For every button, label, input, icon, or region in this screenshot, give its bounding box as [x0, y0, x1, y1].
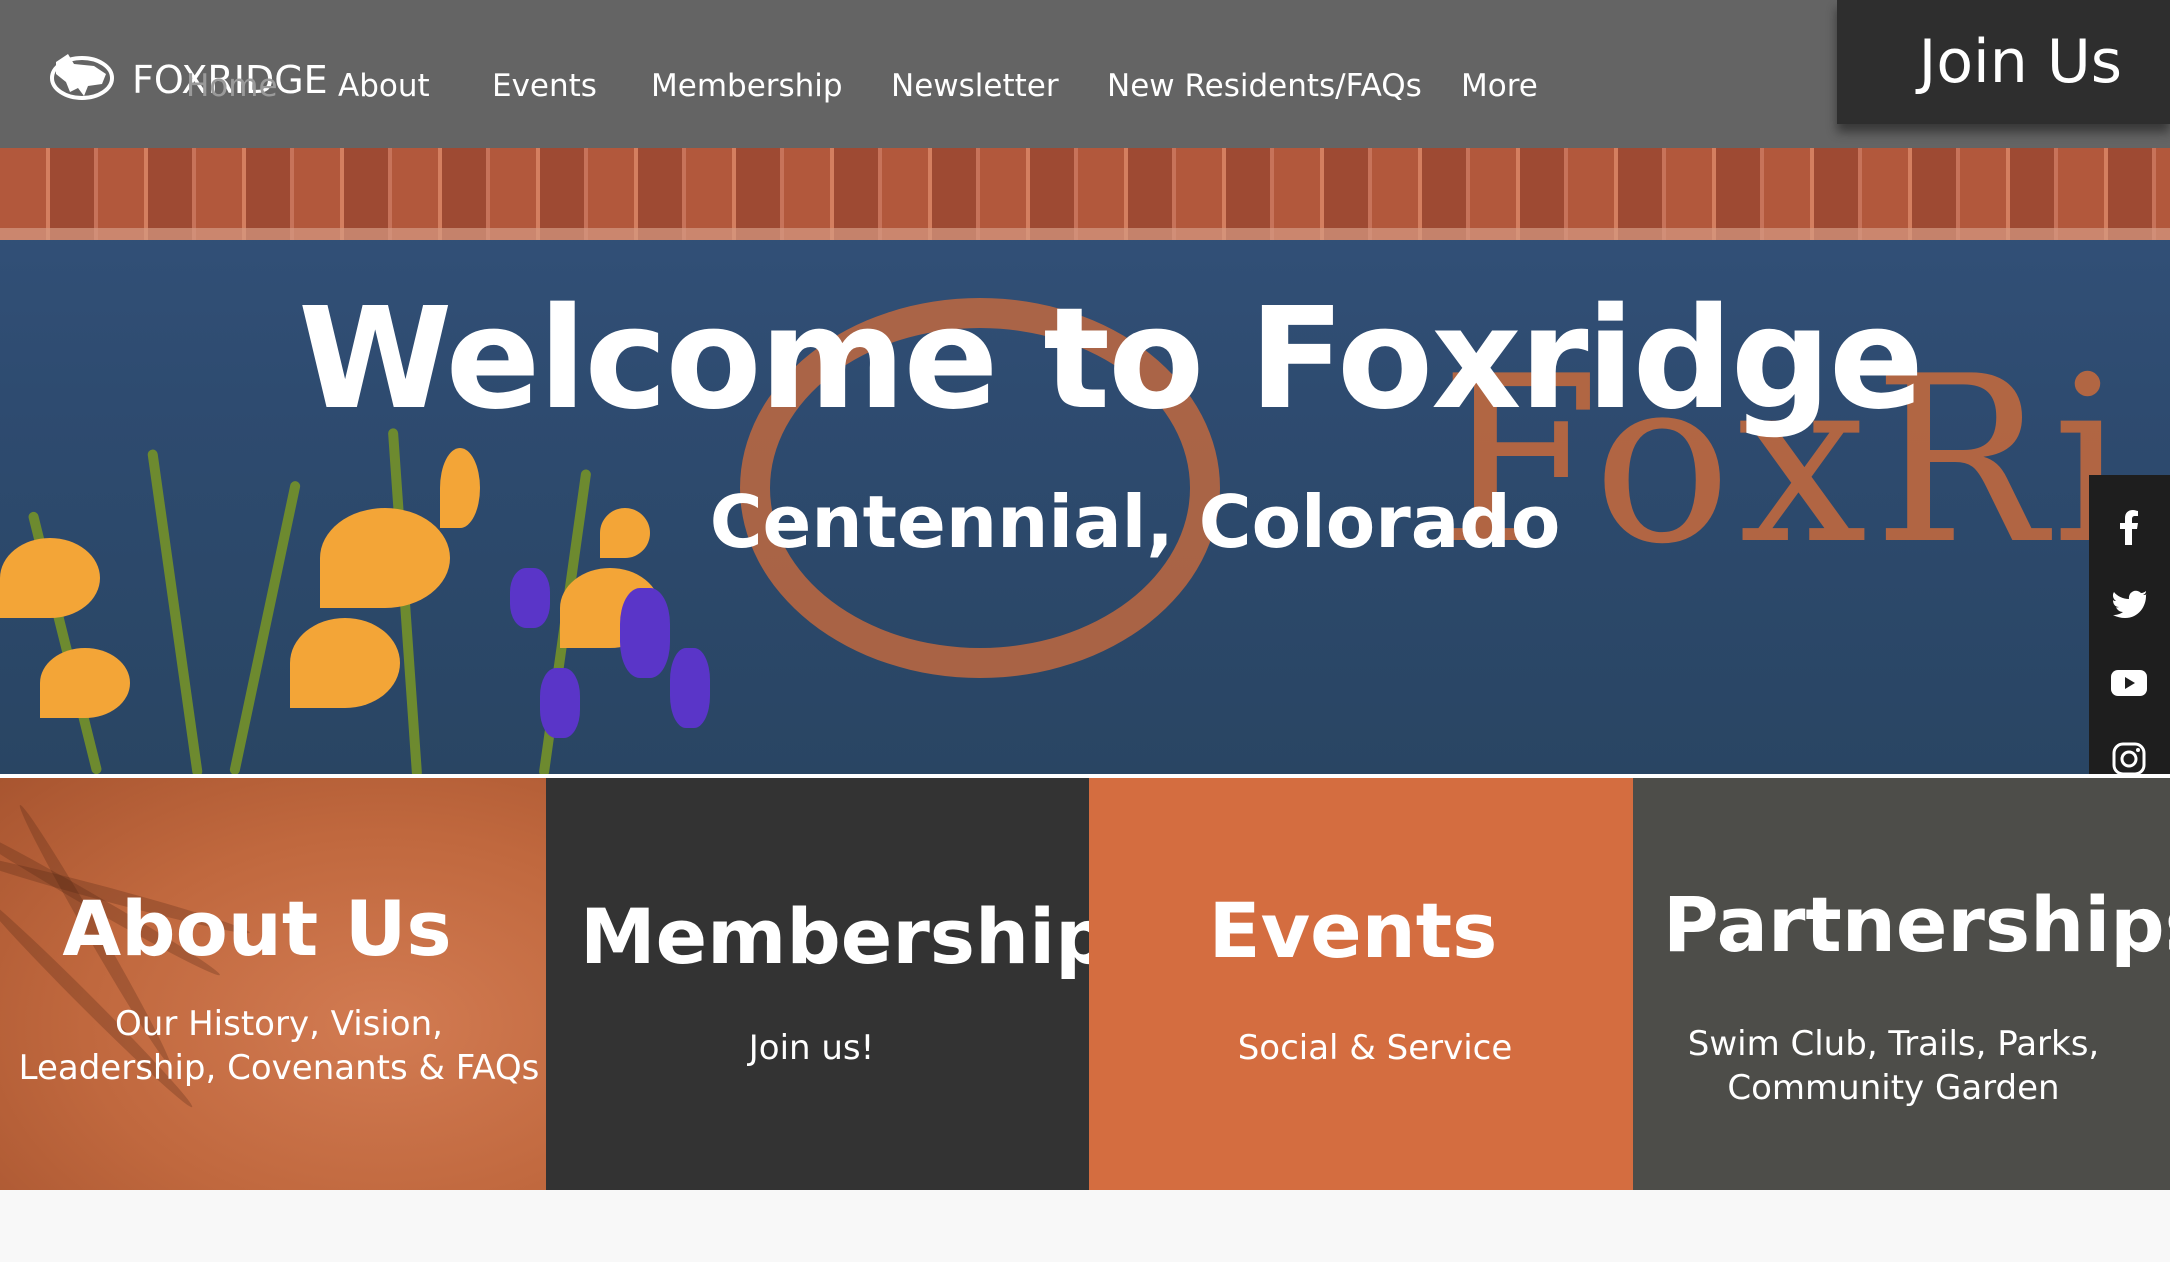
- site-header: FOXRIDGE Home About Events Membership Ne…: [0, 0, 2170, 148]
- about-us-tile[interactable]: About Us Our History, Vision, Leadership…: [0, 778, 546, 1190]
- nav-item-new-residents[interactable]: New Residents/FAQs: [1107, 68, 1422, 104]
- events-description: Social & Service: [1237, 1028, 1513, 1068]
- facebook-icon[interactable]: [2111, 509, 2147, 545]
- events-tile[interactable]: Events Social & Service: [1089, 778, 1633, 1190]
- nav-item-home[interactable]: Home: [186, 68, 278, 104]
- page-bottom-band: [0, 1190, 2170, 1262]
- brick-wall-background: [0, 148, 2170, 240]
- fox-logo-icon: [48, 48, 118, 109]
- hero-section: FoxRi Welcome to Foxridge Centennial, Co…: [0, 148, 2170, 774]
- join-us-button[interactable]: Join Us: [1837, 0, 2170, 124]
- social-bar: [2089, 475, 2170, 777]
- partnerships-title: Partnerships: [1663, 880, 2170, 969]
- feature-tiles: About Us Our History, Vision, Leadership…: [0, 778, 2170, 1190]
- nav-item-events[interactable]: Events: [492, 68, 597, 104]
- nav-item-newsletter[interactable]: Newsletter: [891, 68, 1059, 104]
- partnerships-description: Swim Club, Trails, Parks, Community Gard…: [1687, 1024, 2100, 1108]
- membership-description: Join us!: [748, 1028, 875, 1068]
- events-title: Events: [1208, 886, 1498, 975]
- about-us-description: Our History, Vision, Leadership, Covenan…: [18, 1004, 540, 1088]
- nav-item-about[interactable]: About: [338, 68, 430, 104]
- membership-tile[interactable]: Membership Join us!: [546, 778, 1089, 1190]
- partnerships-tile[interactable]: Partnerships Swim Club, Trails, Parks, C…: [1633, 778, 2170, 1190]
- twitter-icon[interactable]: [2111, 587, 2147, 623]
- instagram-icon[interactable]: [2111, 741, 2147, 777]
- nav-item-more[interactable]: More: [1461, 68, 1538, 104]
- nav-item-membership[interactable]: Membership: [651, 68, 843, 104]
- membership-title: Membership: [580, 892, 1089, 981]
- hero-subtitle: Centennial, Colorado: [709, 480, 1561, 564]
- hero-title: Welcome to Foxridge: [298, 278, 1924, 441]
- about-us-title: About Us: [62, 884, 452, 973]
- youtube-icon[interactable]: [2111, 665, 2147, 701]
